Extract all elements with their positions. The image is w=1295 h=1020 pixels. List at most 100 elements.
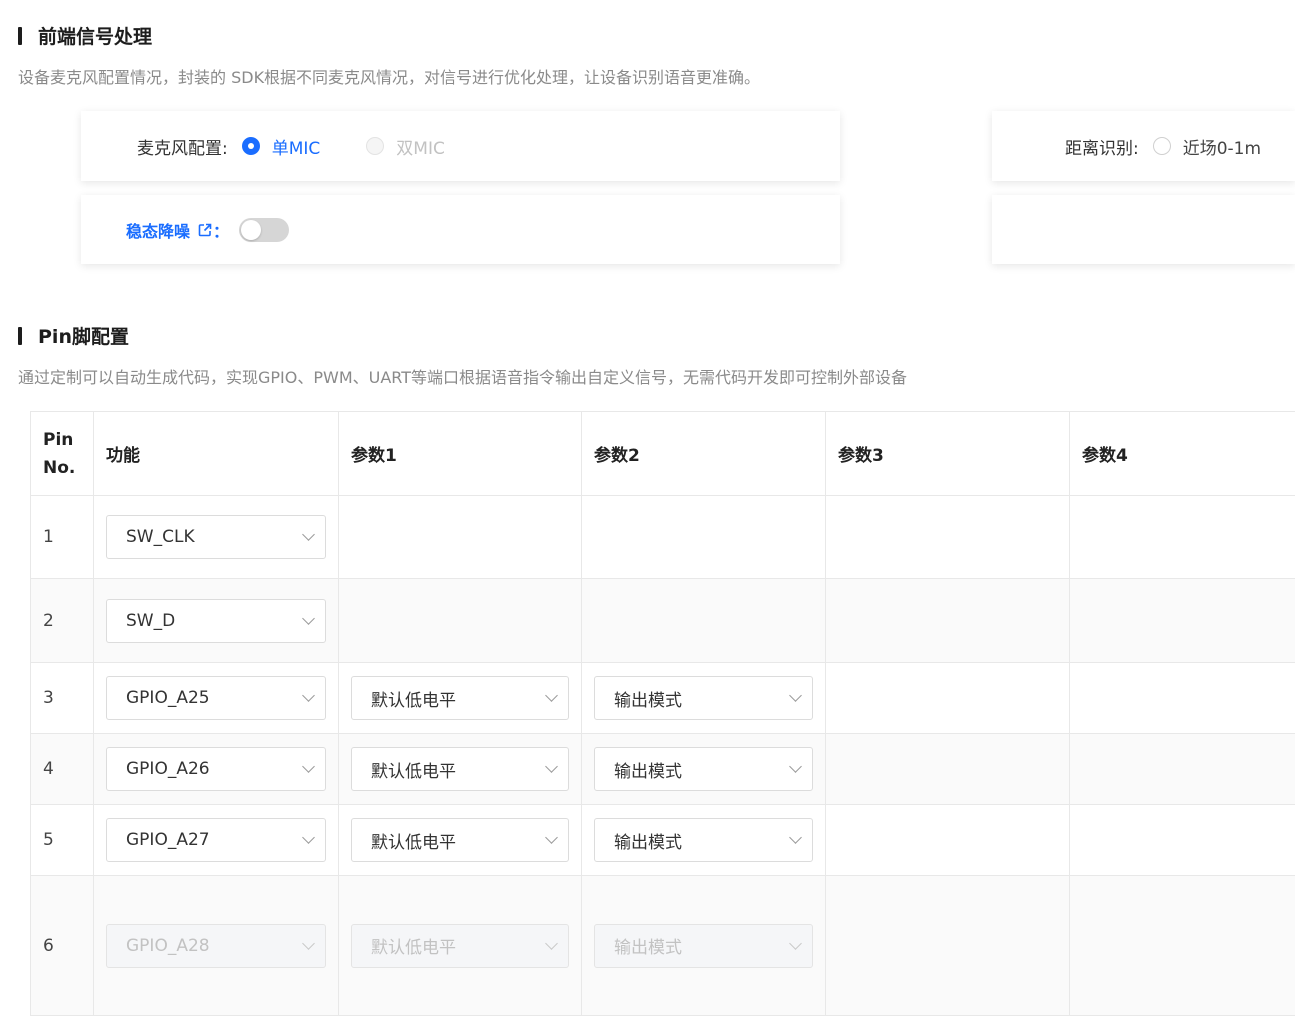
select-value: 输出模式 xyxy=(614,832,682,853)
external-link-icon[interactable] xyxy=(197,222,213,238)
header-function: 功能 xyxy=(93,411,339,496)
select-value: 输出模式 xyxy=(614,761,682,782)
param1-select[interactable]: 默认低电平 xyxy=(351,818,569,862)
param3-cell xyxy=(825,495,1070,579)
header-param3: 参数3 xyxy=(825,411,1070,496)
section-bar xyxy=(18,26,22,45)
chevron-down-icon xyxy=(302,936,315,950)
function-cell: SW_CLK xyxy=(93,495,339,579)
table-row: 1 SW_CLK xyxy=(30,495,1295,579)
param2-cell xyxy=(581,578,826,663)
table-row: 6 GPIO_A28 默认低电平 输出模式 xyxy=(30,875,1295,1016)
function-select: GPIO_A28 xyxy=(106,923,326,968)
noise-link[interactable]: 稳态降噪 ： xyxy=(126,218,229,242)
param4-cell xyxy=(1069,875,1295,1016)
radio-disabled-icon xyxy=(366,137,385,155)
param1-select: 默认低电平 xyxy=(351,923,569,968)
distance-option-near[interactable]: 近场0-1m xyxy=(1183,134,1261,159)
function-select[interactable]: GPIO_A25 xyxy=(106,676,326,720)
param1-select[interactable]: 默认低电平 xyxy=(351,747,569,791)
param1-cell xyxy=(338,495,582,579)
pin-no: 1 xyxy=(30,495,94,579)
chevron-down-icon xyxy=(789,689,802,702)
param4-cell xyxy=(1069,804,1295,876)
section-title-frontend: 前端信号处理 xyxy=(18,22,152,49)
distance-radio-near[interactable]: 近场0-1m xyxy=(1152,134,1261,159)
param1-select[interactable]: 默认低电平 xyxy=(351,676,569,720)
chevron-down-icon xyxy=(302,760,315,773)
param2-cell: 输出模式 xyxy=(581,733,826,805)
distance-label: 距离识别: xyxy=(1065,138,1139,159)
select-value: 输出模式 xyxy=(614,690,682,711)
param2-cell: 输出模式 xyxy=(581,875,826,1016)
pins-title: Pin脚配置 xyxy=(38,326,129,348)
chevron-down-icon xyxy=(302,528,315,541)
table-header-row: Pin No. 功能 参数1 参数2 参数3 参数4 xyxy=(30,411,1295,496)
chevron-down-icon xyxy=(789,760,802,773)
table-row: 4 GPIO_A26 默认低电平 输出模式 xyxy=(30,733,1295,805)
noise-label[interactable]: 稳态降噪 xyxy=(126,218,190,242)
param1-cell: 默认低电平 xyxy=(338,804,582,876)
pin-no: 4 xyxy=(30,733,94,805)
function-cell: GPIO_A28 xyxy=(93,875,339,1016)
pin-no: 5 xyxy=(30,804,94,876)
chevron-down-icon xyxy=(789,831,802,844)
mic-option-single[interactable]: 单MIC xyxy=(272,134,321,159)
mic-radio-single[interactable]: 单MIC xyxy=(241,134,321,159)
select-value: GPIO_A26 xyxy=(126,759,210,779)
header-pin-no: Pin No. xyxy=(30,411,94,496)
select-value: 默认低电平 xyxy=(371,690,456,711)
toggle-knob xyxy=(241,219,262,240)
radio-checked-icon[interactable] xyxy=(241,137,260,155)
param2-cell: 输出模式 xyxy=(581,804,826,876)
param3-cell xyxy=(825,578,1070,663)
section-title-pins: Pin脚配置 xyxy=(18,322,129,349)
select-value: 默认低电平 xyxy=(371,832,456,853)
noise-toggle[interactable] xyxy=(239,217,290,242)
function-select[interactable]: GPIO_A27 xyxy=(106,818,326,862)
param2-select[interactable]: 输出模式 xyxy=(594,818,813,862)
table-row: 2 SW_D xyxy=(30,578,1295,663)
header-param4: 参数4 xyxy=(1069,411,1295,496)
chevron-down-icon xyxy=(302,831,315,844)
frontend-title: 前端信号处理 xyxy=(38,26,153,48)
select-value: 输出模式 xyxy=(614,938,682,958)
empty-card xyxy=(992,195,1295,264)
param1-cell: 默认低电平 xyxy=(338,875,582,1016)
function-select[interactable]: GPIO_A26 xyxy=(106,747,326,791)
param3-cell xyxy=(825,733,1070,805)
select-value: GPIO_A25 xyxy=(126,688,210,708)
pin-no: 6 xyxy=(30,875,94,1016)
param2-select[interactable]: 输出模式 xyxy=(594,676,813,720)
param1-cell: 默认低电平 xyxy=(338,662,582,734)
mic-config-label: 麦克风配置: xyxy=(137,138,228,159)
chevron-down-icon xyxy=(789,936,802,950)
param1-cell xyxy=(338,578,582,663)
select-value: 默认低电平 xyxy=(371,761,456,782)
param2-cell xyxy=(581,495,826,579)
table-row: 5 GPIO_A27 默认低电平 输出模式 xyxy=(30,804,1295,876)
pin-table: Pin No. 功能 参数1 参数2 参数3 参数4 1 SW_CLK 2 SW… xyxy=(30,411,1295,1016)
function-cell: GPIO_A26 xyxy=(93,733,339,805)
radio-unchecked-icon[interactable] xyxy=(1152,137,1171,155)
chevron-down-icon xyxy=(545,760,558,773)
function-select[interactable]: SW_CLK xyxy=(106,515,326,559)
pins-desc: 通过定制可以自动生成代码，实现GPIO、PWM、UART等端口根据语音指令输出自… xyxy=(18,368,908,387)
param2-cell: 输出模式 xyxy=(581,662,826,734)
noise-colon: ： xyxy=(213,221,230,241)
param2-select[interactable]: 输出模式 xyxy=(594,747,813,791)
select-value: GPIO_A27 xyxy=(126,830,210,850)
chevron-down-icon xyxy=(302,689,315,702)
param4-cell xyxy=(1069,733,1295,805)
mic-config-card: 麦克风配置: 单MIC 双MIC xyxy=(81,111,840,181)
param4-cell xyxy=(1069,495,1295,579)
chevron-down-icon xyxy=(302,611,315,625)
param2-select: 输出模式 xyxy=(594,923,813,968)
chevron-down-icon xyxy=(545,689,558,702)
section-bar xyxy=(18,326,22,345)
function-cell: GPIO_A27 xyxy=(93,804,339,876)
distance-card: 距离识别: 近场0-1m xyxy=(992,111,1295,181)
function-select[interactable]: SW_D xyxy=(106,598,326,643)
noise-card: 稳态降噪 ： xyxy=(81,195,840,264)
param4-cell xyxy=(1069,578,1295,663)
